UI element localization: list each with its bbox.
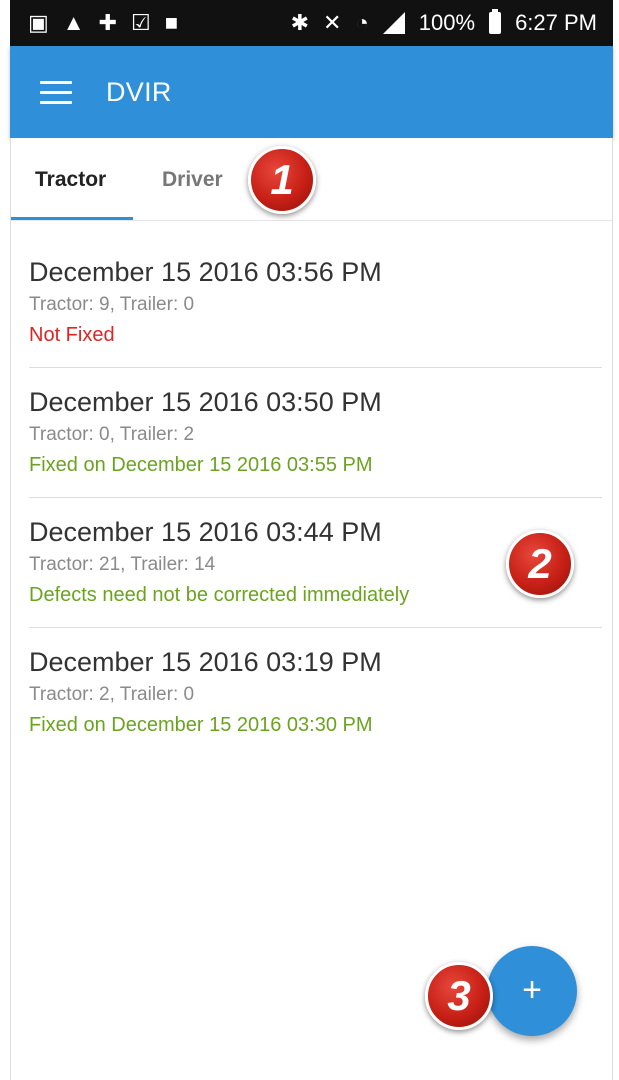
callout-badge-3: 3 (425, 962, 493, 1030)
repair-status: Not Fixed (29, 324, 115, 346)
callout-badge-2: 2 (506, 530, 574, 598)
add-inspection-button[interactable]: + (487, 946, 577, 1036)
main-content: Tractor Driver December 15 2016 03:56 PM… (10, 138, 613, 1080)
active-tab-indicator (11, 217, 133, 220)
app-bar: DVIR (10, 46, 613, 138)
repair-status: Fixed on December 15 2016 03:55 PM (29, 454, 373, 476)
hamburger-icon[interactable] (40, 80, 72, 104)
tab-driver[interactable]: Driver (162, 138, 223, 218)
repair-status: Fixed on December 15 2016 03:30 PM (29, 714, 373, 736)
status-bar: ▣ ▲ ✚ ☑ ■ ✱ ✕ ◔ 100% 6:27 PM (10, 0, 613, 46)
defect-counts: Tractor: 2, Trailer: 0 (29, 684, 195, 705)
briefcase-icon: ■ (164, 10, 179, 35)
callout-badge-1: 1 (248, 146, 316, 214)
clock: 6:27 PM (515, 10, 597, 35)
battery-percent: 100% (418, 10, 476, 35)
list-item[interactable]: December 15 2016 03:50 PM Tractor: 0, Tr… (29, 368, 602, 498)
plus-circle-icon: ✚ (98, 10, 118, 35)
defect-counts: Tractor: 9, Trailer: 0 (29, 294, 195, 315)
tab-tractor[interactable]: Tractor (35, 138, 106, 218)
inspection-date: December 15 2016 03:56 PM (29, 257, 382, 287)
bluetooth-icon: ✱ (290, 10, 310, 35)
battery-icon (489, 9, 502, 34)
app-title: DVIR (106, 76, 172, 107)
list-item[interactable]: December 15 2016 03:56 PM Tractor: 9, Tr… (29, 238, 602, 368)
image-icon: ▣ (28, 10, 49, 35)
list-item[interactable]: December 15 2016 03:19 PM Tractor: 2, Tr… (29, 628, 602, 758)
wifi-icon: ◔ (355, 10, 369, 35)
inspection-list: December 15 2016 03:56 PM Tractor: 9, Tr… (29, 238, 602, 758)
warning-icon: ▲ (62, 10, 85, 35)
inspection-date: December 15 2016 03:19 PM (29, 647, 382, 677)
add-icon: + (522, 971, 542, 1009)
inspection-date: December 15 2016 03:50 PM (29, 387, 382, 417)
signal-icon (382, 12, 405, 34)
mute-icon: ✕ (323, 10, 342, 35)
clipboard-check-icon: ☑ (131, 10, 151, 35)
defect-counts: Tractor: 0, Trailer: 2 (29, 424, 195, 445)
